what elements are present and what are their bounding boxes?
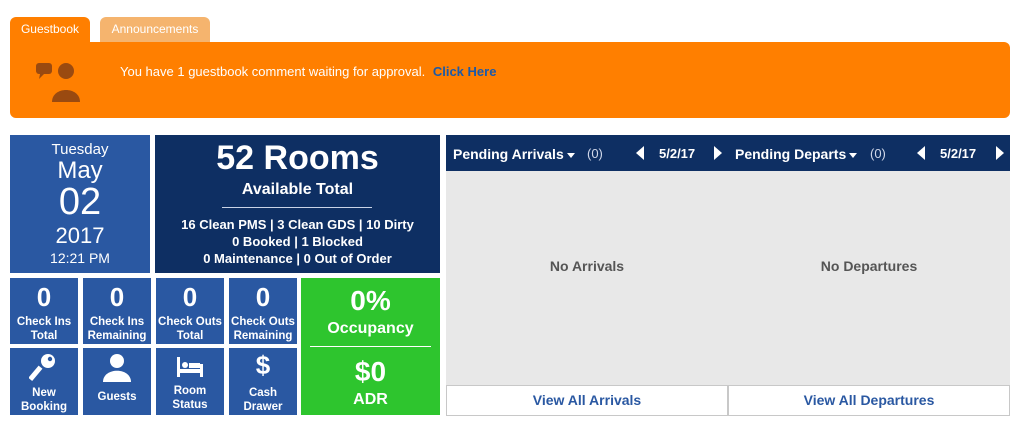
new-booking-label: New Booking [21,387,67,413]
new-booking-button[interactable]: New Booking [10,348,78,415]
check-outs-remaining-tile[interactable]: 0 Check Outs Remaining [229,278,297,344]
key-icon [29,354,55,382]
check-ins-remaining-tile[interactable]: 0 Check Ins Remaining [83,278,151,344]
check-outs-remaining-value: 0 [255,282,271,312]
check-ins-total-label: Check Ins Total [16,316,72,342]
adr-label: ADR [353,391,388,408]
pending-departs-panel: Pending Departs (0) 5/2/17 No Departures… [728,135,1010,416]
occupancy-label: Occupancy [327,320,414,337]
chat-users-icon [36,63,80,102]
pending-arrivals-count: (0) [587,146,603,161]
date-tile: Tuesday May 02 2017 12:21 PM [10,135,150,273]
prev-date-arrow-icon[interactable] [636,146,644,160]
view-all-arrivals-button[interactable]: View All Arrivals [446,385,728,416]
tab-announcements[interactable]: Announcements [100,17,210,42]
guests-label: Guests [97,391,137,403]
bed-icon [177,357,203,377]
cash-drawer-label: Cash Drawer [243,387,283,413]
check-ins-total-tile[interactable]: 0 Check Ins Total [10,278,78,344]
caret-down-icon [849,152,858,158]
click-here-link[interactable]: Click Here [433,64,497,79]
pending-arrivals-header: Pending Arrivals (0) 5/2/17 [446,135,728,171]
pending-departs-count: (0) [870,146,886,161]
pending-departs-header: Pending Departs (0) 5/2/17 [728,135,1010,171]
check-ins-remaining-value: 0 [109,282,125,312]
pending-arrivals-dropdown[interactable]: Pending Arrivals [453,146,575,162]
check-outs-total-value: 0 [182,282,198,312]
rooms-stat-clean: 16 Clean PMS | 3 Clean GDS | 10 Dirty [181,217,414,232]
date-day: 02 [58,181,102,223]
rooms-available-tile: 52 Rooms Available Total 16 Clean PMS | … [155,135,440,273]
occupancy-value: 0% [350,285,391,316]
user-icon [103,354,131,382]
caret-down-icon [566,152,575,158]
rooms-stat-maintenance: 0 Maintenance | 0 Out of Order [203,251,392,266]
check-ins-total-value: 0 [36,282,52,312]
date-weekday: Tuesday [51,141,109,158]
next-date-arrow-icon[interactable] [714,146,722,160]
rooms-subtitle: Available Total [241,181,354,198]
banner-message: You have 1 guestbook comment waiting for… [120,64,496,79]
no-departures-text: No Departures [820,258,918,274]
check-outs-remaining-label: Check Outs Remaining [231,316,295,342]
prev-date-arrow-icon[interactable] [917,146,925,160]
divider [310,346,431,347]
room-status-button[interactable]: Room Status [156,348,224,415]
guestbook-banner: You have 1 guestbook comment waiting for… [10,42,1010,118]
check-ins-remaining-label: Check Ins Remaining [87,316,147,342]
banner-text: You have 1 guestbook comment waiting for… [120,64,426,79]
divider [222,207,372,208]
pending-departs-date: 5/2/17 [940,146,977,161]
adr-value: $0 [354,356,387,387]
check-outs-total-tile[interactable]: 0 Check Outs Total [156,278,224,344]
guests-button[interactable]: Guests [83,348,151,415]
date-time: 12:21 PM [50,250,110,266]
pending-arrivals-panel: Pending Arrivals (0) 5/2/17 No Arrivals … [446,135,728,416]
cash-drawer-button[interactable]: $ Cash Drawer [229,348,297,415]
next-date-arrow-icon[interactable] [996,146,1004,160]
pending-departs-dropdown[interactable]: Pending Departs [735,146,858,162]
dollar-icon: $ [255,350,271,380]
no-arrivals-text: No Arrivals [549,258,625,274]
pending-arrivals-date: 5/2/17 [659,146,696,161]
room-status-label: Room Status [172,385,208,411]
view-all-departures-button[interactable]: View All Departures [728,385,1010,416]
rooms-stat-booked: 0 Booked | 1 Blocked [232,234,363,249]
occupancy-tile: 0% Occupancy $0 ADR [301,278,440,415]
check-outs-total-label: Check Outs Total [158,316,222,342]
date-year: 2017 [55,223,105,248]
tab-guestbook[interactable]: Guestbook [10,17,90,42]
rooms-count: 52 Rooms [216,139,379,177]
